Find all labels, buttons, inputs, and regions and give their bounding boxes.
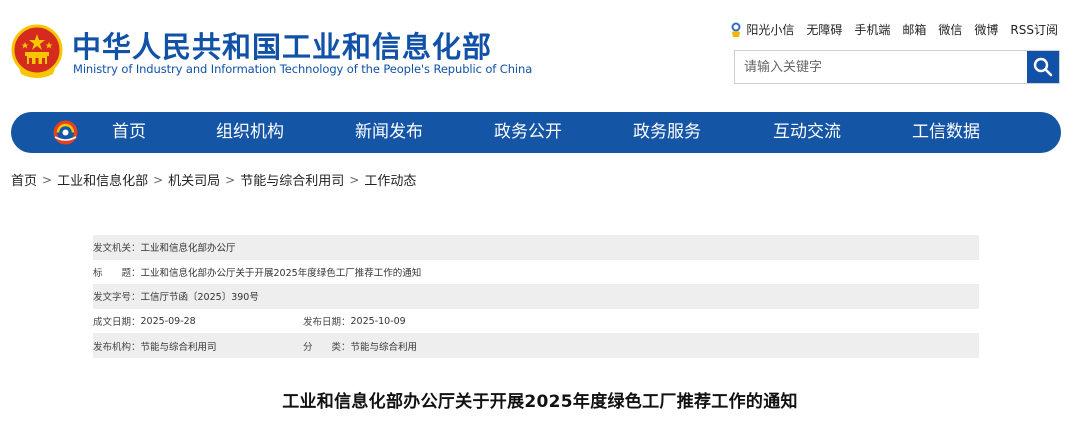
meta-row-org: 发布机构： 节能与综合利用司 分 类： 节能与综合利用	[93, 333, 979, 358]
document-metadata: 发文机关： 工业和信息化部办公厅 标 题： 工业和信息化部办公厅关于开展2025…	[93, 235, 979, 358]
site-title[interactable]: 中华人民共和国工业和信息化部	[72, 24, 492, 66]
issuer-label: 发文机关：	[93, 243, 141, 255]
breadcrumb-home[interactable]: 首页	[11, 170, 37, 189]
published-label: 发布日期：	[303, 317, 351, 329]
breadcrumb-separator: >	[153, 172, 164, 187]
search-icon	[1033, 57, 1053, 77]
breadcrumb: 首页 > 工业和信息化部 > 机关司局 > 节能与综合利用司 > 工作动态	[11, 170, 416, 190]
title-value: 工业和信息化部办公厅关于开展2025年度绿色工厂推荐工作的通知	[140, 267, 422, 279]
meta-row-dates: 成文日期： 2025-09-28 发布日期： 2025-10-09	[93, 309, 979, 334]
title-label: 标 题：	[93, 267, 141, 279]
category-value: 节能与综合利用	[350, 341, 418, 353]
meta-row-issuer: 发文机关： 工业和信息化部办公厅	[93, 235, 979, 260]
created-label: 成文日期：	[93, 317, 141, 329]
top-links: 阳光小信 无障碍 手机端 邮箱 微信 微博 RSS订阅	[730, 21, 1058, 38]
org-label: 发布机构：	[93, 341, 141, 353]
org-value: 节能与综合利用司	[140, 341, 217, 353]
org-cell: 发布机构： 节能与综合利用司	[93, 339, 303, 353]
breadcrumb-ministry[interactable]: 工业和信息化部	[57, 170, 148, 189]
nav-item-interaction[interactable]: 互动交流	[773, 112, 841, 153]
issuer-value: 工业和信息化部办公厅	[140, 243, 236, 255]
sunshine-label: 阳光小信	[746, 23, 795, 37]
sunshine-link[interactable]: 阳光小信	[730, 21, 794, 38]
site-header: 中华人民共和国工业和信息化部 Ministry of Industry and …	[0, 0, 1080, 110]
site-subtitle: Ministry of Industry and Information Tec…	[73, 62, 533, 76]
breadcrumb-separator: >	[225, 172, 236, 187]
sunshine-mascot-icon	[731, 22, 741, 37]
main-nav: 首页 组织机构 新闻发布 政务公开 政务服务 互动交流 工信数据	[11, 112, 1061, 153]
docno-value: 工信厅节函〔2025〕390号	[140, 292, 259, 304]
published-date-cell: 发布日期： 2025-10-09	[303, 314, 406, 329]
wechat-link[interactable]: 微信	[938, 21, 962, 38]
created-value: 2025-09-28	[140, 315, 196, 327]
mobile-link[interactable]: 手机端	[854, 21, 890, 38]
nav-item-home[interactable]: 首页	[112, 112, 146, 153]
mail-link[interactable]: 邮箱	[902, 21, 926, 38]
breadcrumb-departments[interactable]: 机关司局	[168, 170, 220, 189]
breadcrumb-separator: >	[42, 172, 53, 187]
search-input[interactable]	[735, 51, 1027, 83]
nav-item-government-services[interactable]: 政务服务	[633, 112, 701, 153]
miit-logo-icon[interactable]	[52, 119, 79, 146]
category-cell: 分 类： 节能与综合利用	[303, 339, 417, 353]
meta-row-title: 标 题： 工业和信息化部办公厅关于开展2025年度绿色工厂推荐工作的通知	[93, 260, 979, 285]
search-box	[734, 50, 1060, 84]
search-button[interactable]	[1027, 51, 1059, 83]
document-title: 工业和信息化部办公厅关于开展2025年度绿色工厂推荐工作的通知	[282, 392, 798, 412]
weibo-link[interactable]: 微博	[974, 21, 998, 38]
nav-item-government-affairs[interactable]: 政务公开	[494, 112, 562, 153]
meta-row-docno: 发文字号： 工信厅节函〔2025〕390号	[93, 284, 979, 309]
rss-link[interactable]: RSS订阅	[1010, 21, 1058, 38]
breadcrumb-separator: >	[349, 172, 360, 187]
national-emblem-icon[interactable]	[11, 24, 63, 80]
breadcrumb-work-updates[interactable]: 工作动态	[364, 170, 416, 189]
category-label: 分 类：	[303, 341, 351, 353]
accessibility-link[interactable]: 无障碍	[806, 21, 842, 38]
breadcrumb-energy-department[interactable]: 节能与综合利用司	[240, 170, 344, 189]
nav-item-data[interactable]: 工信数据	[912, 112, 980, 153]
published-value: 2025-10-09	[350, 315, 406, 327]
nav-item-organization[interactable]: 组织机构	[216, 112, 284, 153]
docno-label: 发文字号：	[93, 292, 141, 304]
created-date-cell: 成文日期： 2025-09-28	[93, 314, 303, 329]
nav-item-news[interactable]: 新闻发布	[355, 112, 423, 153]
